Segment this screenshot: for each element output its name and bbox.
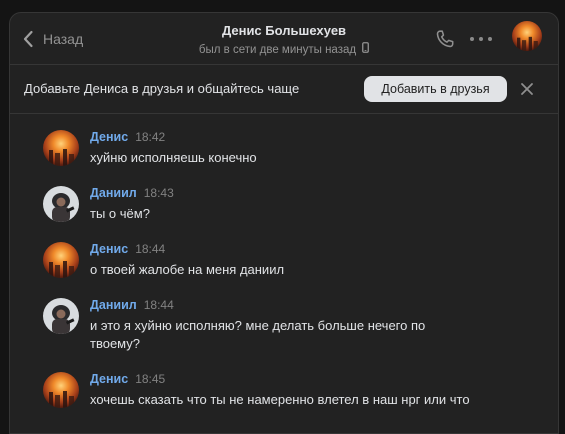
message-time: 18:45 — [135, 372, 166, 386]
message-text: хочешь сказать что ты не намеренно влете… — [90, 392, 470, 407]
message-header: Денис 18:44 — [90, 242, 165, 256]
close-icon[interactable] — [520, 82, 534, 101]
message-time: 18:42 — [135, 130, 166, 144]
avatar[interactable] — [43, 372, 79, 408]
add-friend-banner: Добавьте Дениса в друзья и общайтесь чащ… — [10, 65, 558, 114]
message-author[interactable]: Денис — [90, 130, 128, 144]
add-friend-banner-text: Добавьте Дениса в друзья и общайтесь чащ… — [24, 81, 300, 96]
avatar[interactable] — [43, 298, 79, 334]
avatar[interactable] — [43, 186, 79, 222]
phone-call-icon — [436, 30, 454, 48]
message-time: 18:44 — [135, 242, 166, 256]
chat-header: Назад Денис Большехуев был в сети две ми… — [10, 13, 558, 65]
back-label: Назад — [43, 31, 84, 47]
message-author[interactable]: Денис — [90, 372, 128, 386]
chat-window: Назад Денис Большехуев был в сети две ми… — [9, 12, 559, 434]
message-time: 18:43 — [143, 186, 174, 200]
contact-avatar[interactable] — [512, 21, 542, 51]
back-button[interactable]: Назад — [22, 28, 83, 50]
add-friend-button[interactable]: Добавить в друзья — [364, 76, 507, 102]
avatar[interactable] — [43, 242, 79, 278]
message-header: Денис 18:45 — [90, 372, 165, 386]
message-time: 18:44 — [143, 298, 174, 312]
message-header: Даниил 18:43 — [90, 186, 174, 200]
message-text: ты о чём? — [90, 206, 150, 221]
conversation-title-block[interactable]: Денис Большехуев был в сети две минуты н… — [160, 22, 408, 58]
message-author[interactable]: Денис — [90, 242, 128, 256]
contact-name[interactable]: Денис Большехуев — [160, 22, 408, 39]
call-button[interactable] — [434, 28, 456, 55]
message-header: Денис 18:42 — [90, 130, 165, 144]
online-status: был в сети две минуты назад — [160, 42, 408, 58]
online-status-text: был в сети две минуты назад — [198, 44, 357, 56]
message-text: о твоей жалобе на меня даниил — [90, 262, 285, 277]
message-author[interactable]: Даниил — [90, 186, 137, 200]
message-text: и это я хуйню исполняю? мне делать больш… — [90, 318, 426, 351]
message-text: хуйню исполняешь конечно — [90, 150, 257, 165]
chevron-left-icon — [23, 30, 33, 48]
more-dots-icon[interactable] — [470, 29, 492, 49]
message-header: Даниил 18:44 — [90, 298, 174, 312]
avatar[interactable] — [43, 130, 79, 166]
message-author[interactable]: Даниил — [90, 298, 137, 312]
mobile-phone-icon — [362, 42, 369, 58]
